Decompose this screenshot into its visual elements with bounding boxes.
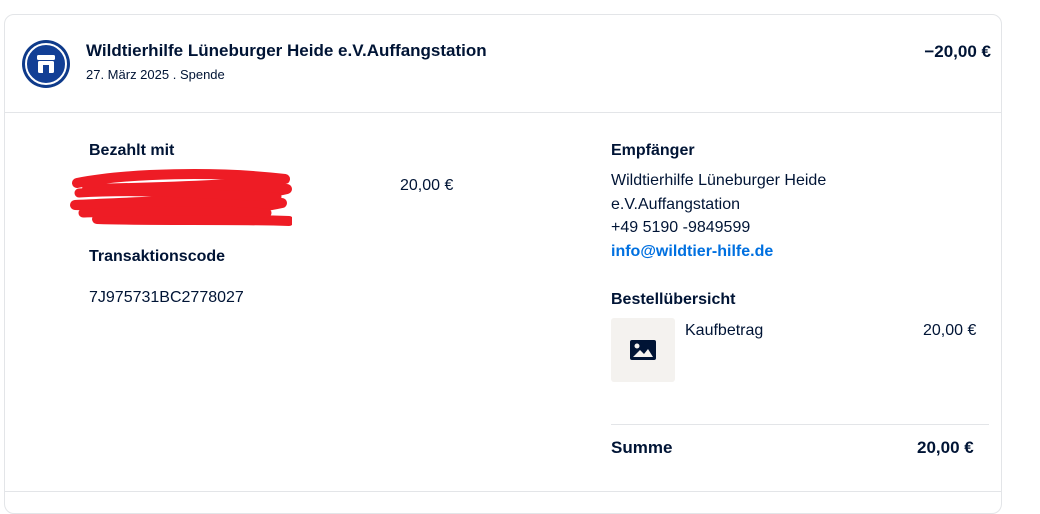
summary-divider	[611, 424, 989, 425]
recipient-name-line1: Wildtierhilfe Lüneburger Heide	[611, 172, 827, 189]
paid-amount: 20,00 €	[400, 177, 454, 194]
footer-divider	[5, 491, 1001, 492]
order-summary-label: Bestellübersicht	[611, 291, 736, 308]
order-item-label: Kaufbetrag	[685, 322, 764, 339]
transaction-code-label: Transaktionscode	[89, 248, 226, 265]
image-placeholder-icon	[611, 318, 675, 382]
total-label: Summe	[611, 438, 673, 457]
recipient-name-line2: e.V.Auffangstation	[611, 196, 740, 213]
transaction-date-type: 27. März 2025 . Spende	[86, 67, 225, 82]
merchant-avatar	[22, 40, 70, 88]
recipient-phone: +49 5190 -9849599	[611, 219, 751, 236]
redaction-scribble	[67, 169, 294, 231]
transaction-header[interactable]: Wildtierhilfe Lüneburger Heide e.V.Auffa…	[5, 15, 1001, 113]
recipient-label: Empfänger	[611, 142, 695, 159]
recipient-email-link[interactable]: info@wildtier-hilfe.de	[611, 243, 773, 261]
total-amount: 20,00 €	[917, 438, 974, 457]
transaction-detail-card: Wildtierhilfe Lüneburger Heide e.V.Auffa…	[4, 14, 1002, 514]
transaction-code: 7J975731BC2778027	[89, 289, 244, 306]
order-item-amount: 20,00 €	[923, 322, 977, 339]
store-icon	[25, 43, 67, 85]
merchant-name: Wildtierhilfe Lüneburger Heide e.V.Auffa…	[86, 41, 487, 60]
transaction-amount: −20,00 €	[924, 42, 991, 61]
paid-with-label: Bezahlt mit	[89, 142, 175, 159]
